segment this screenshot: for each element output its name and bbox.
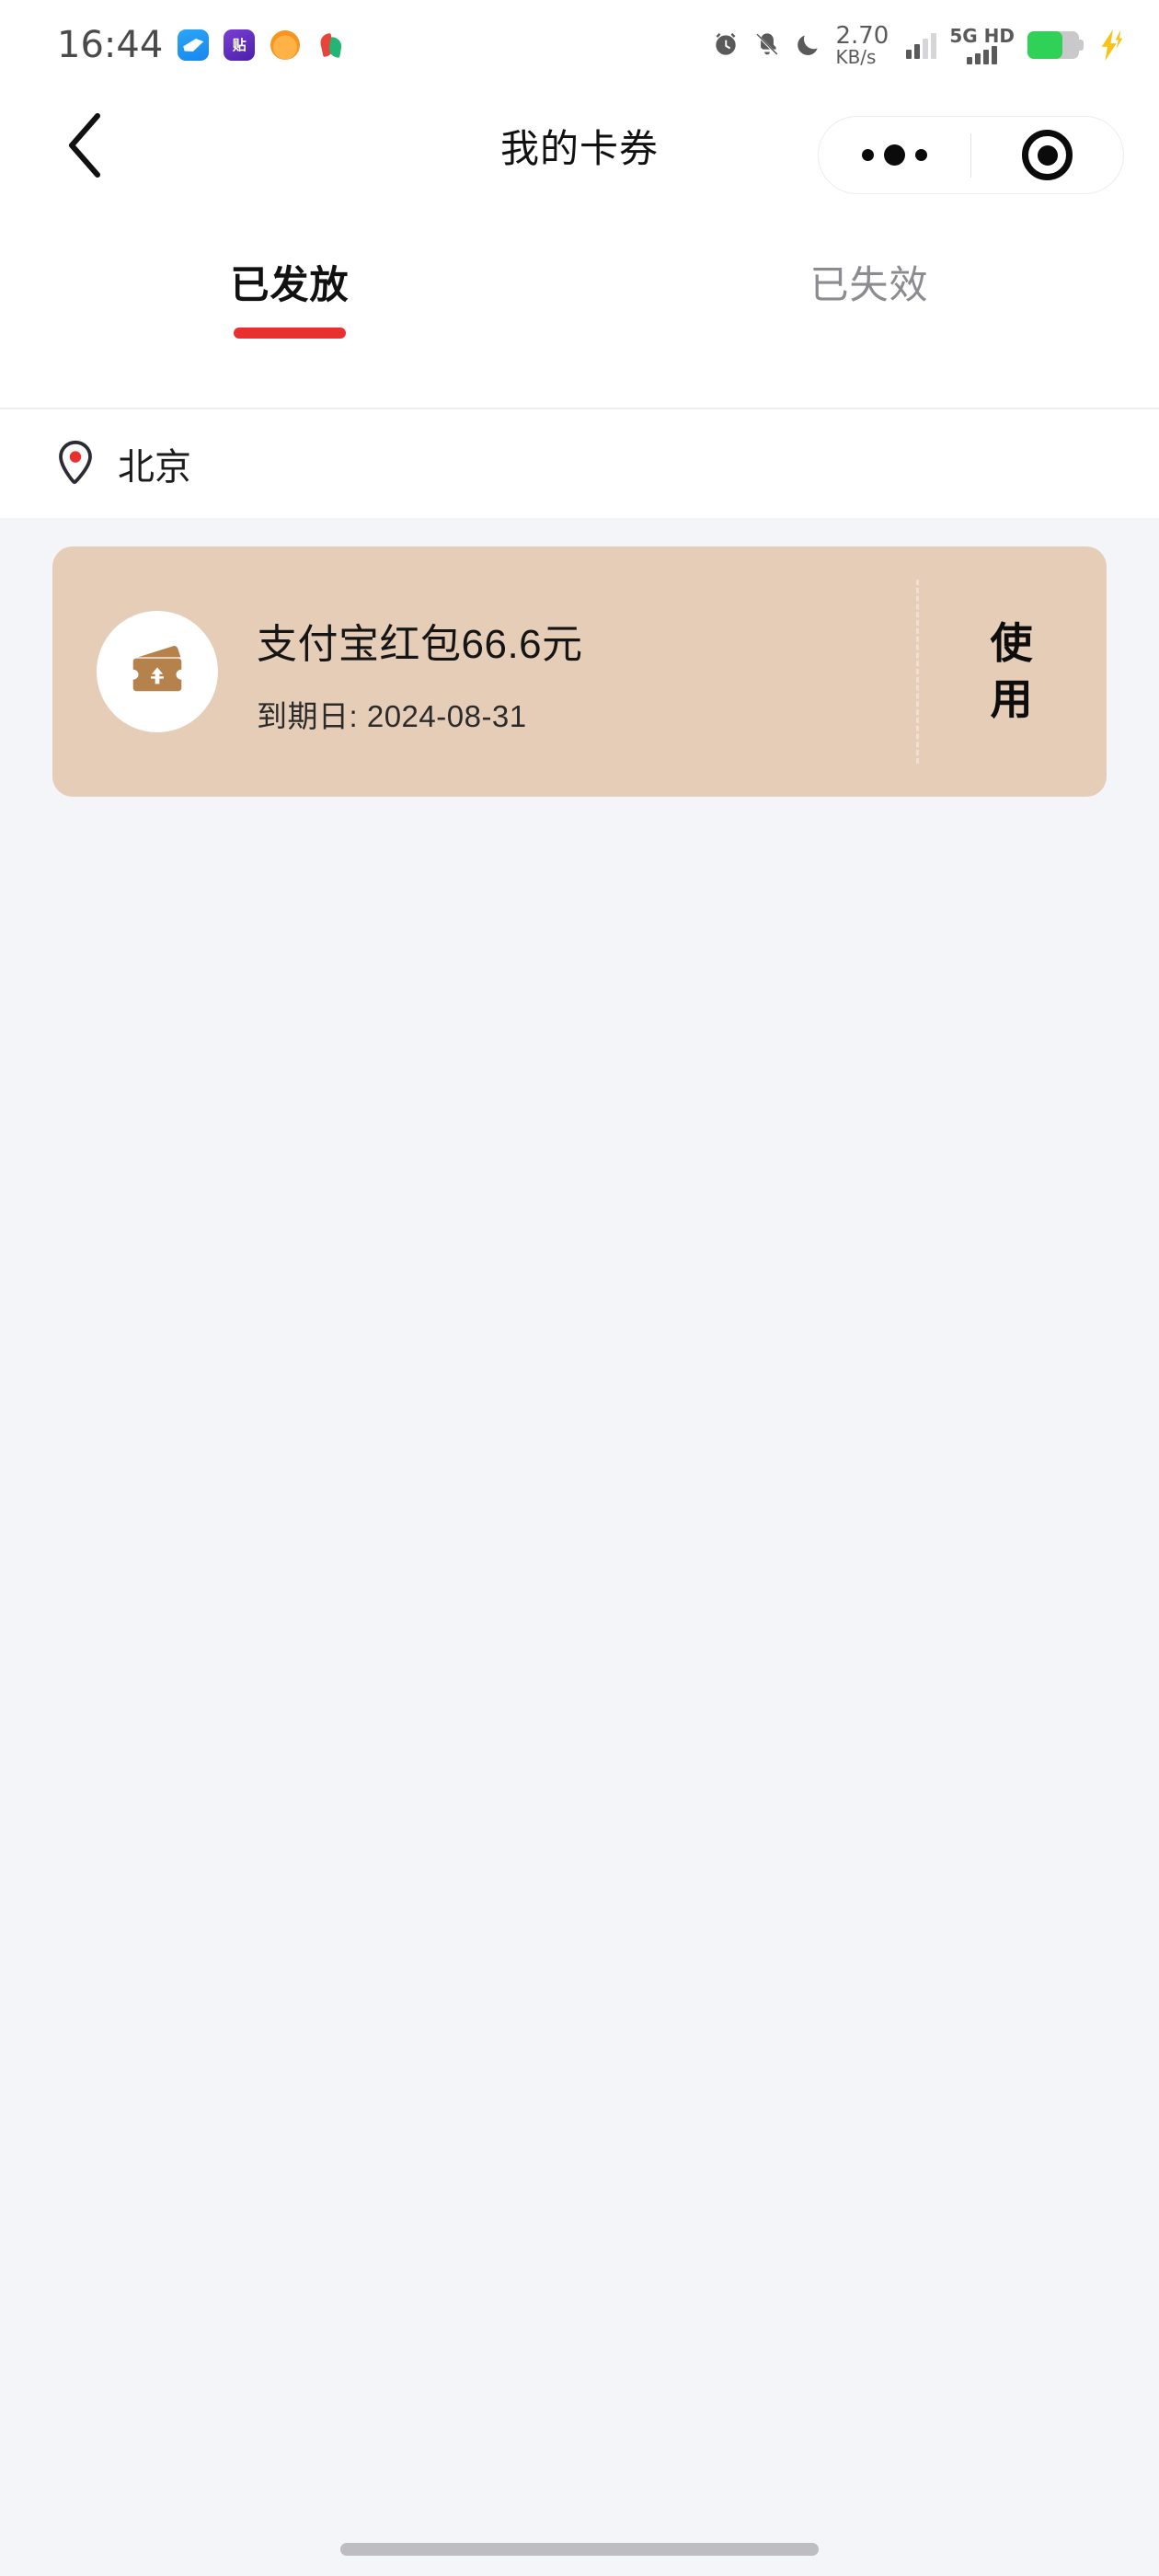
tab-bar: 已发放 已失效 [0,201,1159,409]
tab-issued[interactable]: 已发放 [0,201,580,408]
mute-icon [755,33,779,56]
network-speed-unit: KB/s [835,46,877,69]
more-dots-icon [861,144,927,166]
location-bar[interactable]: 北京 [0,409,1159,518]
miniprogram-capsule [818,116,1124,194]
signal-bars-1-icon [906,31,937,59]
status-bar-left: 16:44 贴 [57,24,347,66]
status-bar-right: 2.70 KB/s 5G HD [711,24,1124,67]
battery-icon [1027,31,1084,59]
target-circle-icon [1022,130,1073,180]
tab-expired-label: 已失效 [809,262,929,306]
cat-app-icon [270,29,302,61]
carrier-hd-label: HD [983,24,1015,47]
coupon-texts: 支付宝红包66.6元 到期日: 2024-08-31 [257,607,583,736]
location-pin-icon [59,440,92,484]
charging-bolt-icon [1101,29,1123,61]
carrier-label: 5G HD [949,24,1015,64]
status-bar: 16:44 贴 2.70 KB/s 5G HD [0,0,1159,90]
coupon-list: 支付宝红包66.6元 到期日: 2024-08-31 使用 [0,518,1159,2576]
network-speed-value: 2.70 [835,21,889,50]
coupon-badge [97,611,218,732]
tie-app-icon: 贴 [224,29,256,61]
more-button[interactable] [819,117,970,193]
coupon-use-button[interactable]: 使用 [916,546,1107,797]
home-indicator[interactable] [340,2543,819,2556]
tab-inactive-underline [813,328,925,339]
carrier-5g-label: 5G [949,24,978,47]
signal-bars-2-icon [967,45,998,64]
nav-bar: 我的卡券 [0,90,1159,201]
tab-active-underline [234,327,346,339]
tab-expired[interactable]: 已失效 [580,201,1159,408]
wallet-yuan-icon [132,646,182,692]
coupon-title: 支付宝红包66.6元 [257,622,583,667]
status-bar-clock: 16:44 [57,24,164,66]
coupon-use-label: 使用 [990,619,1033,723]
coupon-expiry: 到期日: 2024-08-31 [257,699,527,733]
close-button[interactable] [971,117,1123,193]
wings-app-icon [178,29,210,61]
do-not-disturb-moon-icon [798,35,819,55]
leaf-app-icon [316,29,347,61]
coupon-card[interactable]: 支付宝红包66.6元 到期日: 2024-08-31 使用 [52,546,1107,797]
location-name: 北京 [118,447,191,488]
alarm-icon [716,32,737,55]
network-speed: 2.70 KB/s [835,24,889,67]
coupon-info: 支付宝红包66.6元 到期日: 2024-08-31 [52,546,916,797]
tab-issued-label: 已发放 [230,262,350,306]
phone-screen: 16:44 贴 2.70 KB/s 5G HD 我的卡券 已发放 已失效 北京 … [0,0,1159,2576]
